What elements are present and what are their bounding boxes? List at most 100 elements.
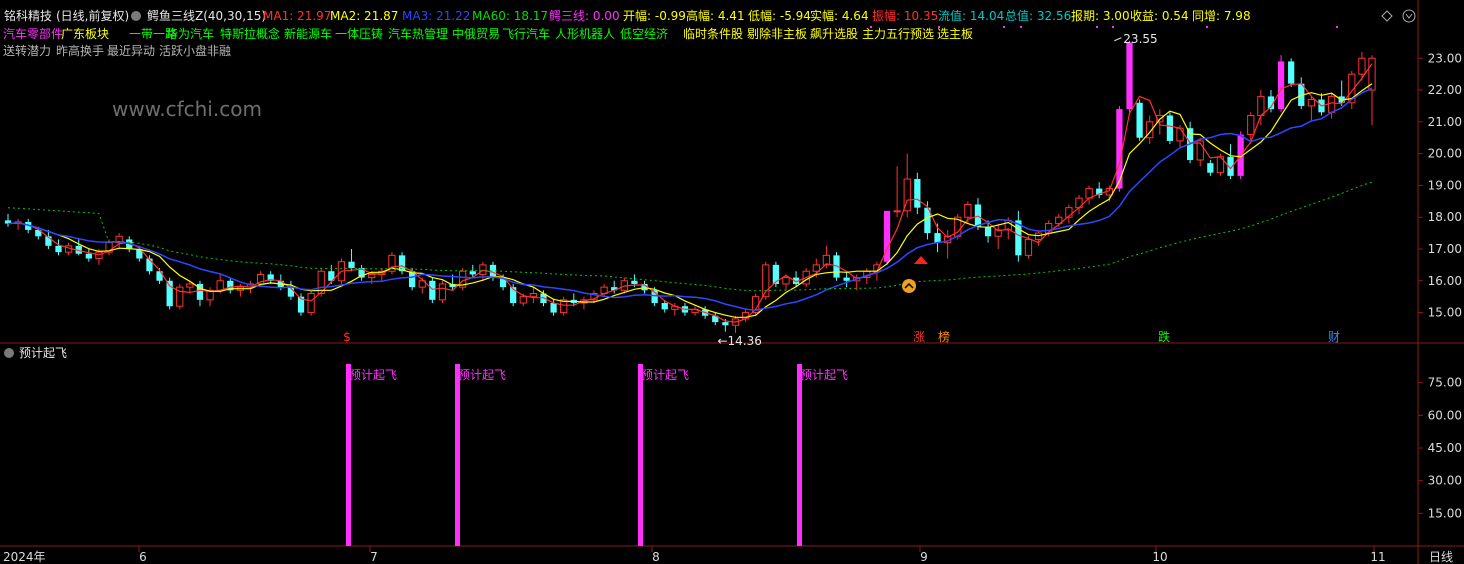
candle[interactable] (1257, 95, 1265, 116)
candle[interactable] (307, 292, 315, 314)
stat-3: MA60: 18.17 (472, 9, 548, 23)
low-price-label: ←14.36 (717, 334, 761, 348)
candle[interactable] (661, 303, 668, 310)
dot-3 (1020, 26, 1022, 28)
candle[interactable] (631, 280, 638, 284)
candle[interactable] (186, 283, 194, 288)
candle[interactable] (1024, 238, 1033, 256)
sub-y-tick-0: 75.00 (1428, 376, 1462, 390)
candle[interactable] (1358, 57, 1366, 75)
candle[interactable] (964, 203, 972, 218)
candle[interactable] (429, 280, 436, 300)
candle[interactable] (934, 233, 941, 243)
marker-1[interactable]: 涨 (913, 329, 925, 344)
collapse-icon[interactable] (1402, 9, 1416, 23)
candle[interactable] (843, 277, 850, 281)
candle[interactable] (146, 258, 153, 272)
signal-bar[interactable] (346, 364, 351, 546)
marker-4[interactable]: 财 (1328, 330, 1340, 344)
y-tick-8: 15.00 (1428, 306, 1462, 320)
concept-tag-6[interactable]: 一体压铸 (335, 26, 383, 41)
dot-7 (1336, 26, 1338, 28)
concept-tag-3[interactable]: 华为汽车 (166, 26, 214, 41)
stat-2: MA3: 21.22 (402, 9, 470, 23)
dot-5 (1112, 26, 1114, 28)
concept-tag-1[interactable]: 广东板块 (61, 27, 109, 41)
candle[interactable] (782, 277, 790, 285)
concept-tag-8[interactable]: 中俄贸易 (452, 26, 500, 41)
candle[interactable] (216, 280, 224, 291)
concept-tag-14[interactable]: 飙升选股 (810, 26, 858, 41)
concept-tag-16[interactable]: 选主板 (937, 27, 973, 41)
concept-tag-7[interactable]: 汽车热管理 (388, 26, 448, 41)
candle[interactable] (1327, 95, 1336, 113)
signal-bar-label: 预计起飞 (800, 368, 848, 382)
concept-tag-5[interactable]: 新能源车 (284, 26, 332, 41)
candle[interactable] (893, 210, 901, 213)
candle[interactable] (741, 312, 750, 320)
concept-tag-10[interactable]: 人形机器人 (555, 27, 615, 41)
candle[interactable] (1207, 163, 1214, 173)
stock-chart[interactable]: www.cfchi.com 铭科精技 (日线,前复权) 鳄鱼三线Z(40,30,15)… (0, 0, 1464, 564)
tag-0[interactable]: 送转潜力 (3, 43, 51, 58)
diamond-icon[interactable] (1381, 10, 1393, 22)
candle[interactable] (1126, 42, 1133, 110)
sub-y-tick-4: 15.00 (1428, 506, 1462, 520)
y-tick-2: 21.00 (1428, 115, 1462, 129)
candle[interactable] (550, 303, 557, 313)
candle[interactable] (722, 322, 729, 326)
candle[interactable] (519, 296, 527, 304)
tag-1[interactable]: 昨高换手 (56, 43, 104, 58)
candle[interactable] (1288, 61, 1295, 84)
concept-tag-13[interactable]: 剔除非主板 (747, 26, 807, 41)
candle[interactable] (812, 264, 820, 272)
concept-tag-0[interactable]: 汽车零部件 (3, 26, 63, 41)
candle[interactable] (368, 273, 376, 279)
indicator-name: 鳄鱼三线Z(40,30,15) (147, 9, 266, 23)
candle[interactable] (1136, 102, 1143, 138)
y-tick-4: 19.00 (1428, 178, 1462, 192)
sub-y-tick-3: 30.00 (1428, 474, 1462, 488)
sub-y-tick-1: 60.00 (1428, 408, 1462, 422)
candle[interactable] (1277, 61, 1285, 110)
settings-icon[interactable] (131, 11, 141, 21)
candle[interactable] (1307, 99, 1316, 107)
concept-tag-11[interactable]: 低空经济 (620, 26, 668, 41)
tag-3[interactable]: 活跃小盘非融 (159, 43, 231, 58)
marker-3[interactable]: 跌 (1158, 329, 1170, 344)
signal-bar[interactable] (638, 364, 643, 546)
signal-bar[interactable] (797, 364, 802, 546)
sub-y-tick-2: 45.00 (1428, 441, 1462, 455)
marker-2[interactable]: 榜 (938, 329, 950, 344)
candle[interactable] (55, 245, 62, 253)
tag-2[interactable]: 最近异动 (107, 44, 155, 58)
stat-8: 实幅: 4.64 (810, 8, 869, 23)
candle[interactable] (1247, 114, 1255, 136)
concept-tag-15[interactable]: 主力五行预选 (862, 27, 934, 41)
stat-11: 总值: 32.56 (1005, 8, 1071, 23)
marker-0[interactable]: $ (343, 330, 351, 344)
candle[interactable] (1166, 115, 1174, 141)
x-tick-1: 6 (139, 550, 147, 564)
stat-14: 同增: 7.98 (1192, 9, 1251, 23)
candle[interactable] (469, 271, 476, 275)
stat-10: 流值: 14.04 (938, 8, 1004, 23)
concept-tag-9[interactable]: 飞行汽车 (502, 26, 550, 41)
period-button[interactable]: 日线 (1429, 550, 1453, 564)
y-tick-0: 23.00 (1428, 51, 1462, 65)
stat-4: 鳄三线: 0.00 (549, 9, 620, 23)
candle[interactable] (166, 280, 173, 307)
candle[interactable] (1176, 127, 1184, 142)
candle[interactable] (438, 283, 447, 301)
signal-bar[interactable] (455, 364, 460, 546)
concept-tag-4[interactable]: 特斯拉概念 (220, 26, 280, 41)
candle[interactable] (984, 226, 992, 237)
subpanel-settings-icon[interactable] (4, 348, 14, 358)
candle[interactable] (529, 292, 538, 298)
candle[interactable] (914, 179, 921, 208)
x-tick-3: 8 (652, 550, 660, 564)
candle[interactable] (85, 253, 92, 259)
candle[interactable] (348, 261, 355, 269)
signal-icon[interactable] (902, 279, 916, 293)
concept-tag-12[interactable]: 临时条件股 (683, 27, 743, 41)
